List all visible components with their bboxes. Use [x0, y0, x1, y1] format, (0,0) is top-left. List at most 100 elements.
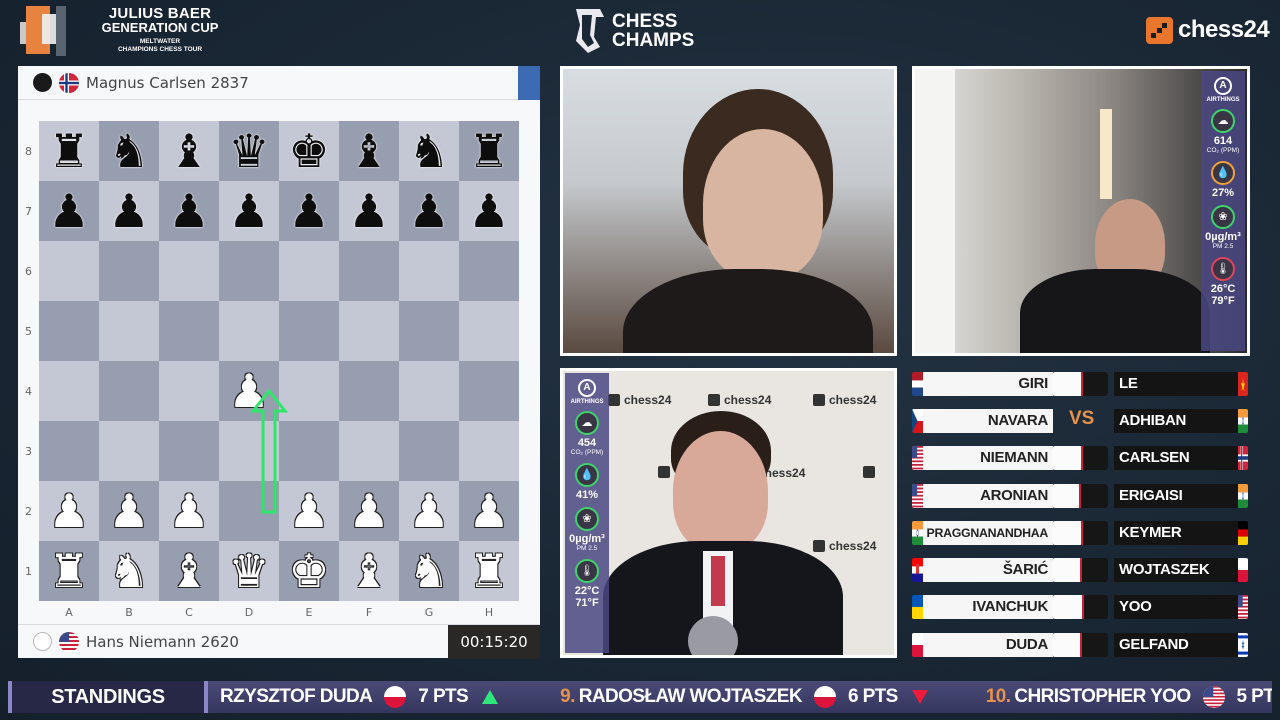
square-g1[interactable]: ♞	[399, 541, 459, 601]
black-rook-icon[interactable]: ♜	[48, 128, 89, 174]
square-b1[interactable]: ♞	[99, 541, 159, 601]
square-g2[interactable]: ♟	[399, 481, 459, 541]
white-rook-icon[interactable]: ♜	[48, 548, 89, 594]
pairing-row[interactable]: GIRI LE	[912, 371, 1250, 397]
square-f3[interactable]	[339, 421, 399, 481]
square-d4[interactable]: ♟	[219, 361, 279, 421]
square-e6[interactable]	[279, 241, 339, 301]
square-h4[interactable]	[459, 361, 519, 421]
square-e5[interactable]	[279, 301, 339, 361]
square-h3[interactable]	[459, 421, 519, 481]
square-e7[interactable]: ♟	[279, 181, 339, 241]
black-knight-icon[interactable]: ♞	[408, 128, 449, 174]
black-knight-icon[interactable]: ♞	[108, 128, 149, 174]
pairing-row[interactable]: PRAGGNANANDHAA KEYMER	[912, 520, 1250, 546]
square-c2[interactable]: ♟	[159, 481, 219, 541]
pairing-row[interactable]: ŠARIĆ WOJTASZEK	[912, 557, 1250, 583]
square-g8[interactable]: ♞	[399, 121, 459, 181]
square-c4[interactable]	[159, 361, 219, 421]
square-a5[interactable]	[39, 301, 99, 361]
square-c8[interactable]: ♝	[159, 121, 219, 181]
square-b6[interactable]	[99, 241, 159, 301]
black-pawn-icon[interactable]: ♟	[468, 188, 509, 234]
square-f5[interactable]	[339, 301, 399, 361]
square-e1[interactable]: ♚	[279, 541, 339, 601]
white-pawn-icon[interactable]: ♟	[288, 488, 329, 534]
pairing-row[interactable]: NAVARA VS ADHIBAN	[912, 408, 1250, 434]
square-d1[interactable]: ♛	[219, 541, 279, 601]
white-pawn-icon[interactable]: ♟	[228, 368, 269, 414]
square-a7[interactable]: ♟	[39, 181, 99, 241]
white-bishop-icon[interactable]: ♝	[348, 548, 389, 594]
black-pawn-icon[interactable]: ♟	[408, 188, 449, 234]
square-d3[interactable]	[219, 421, 279, 481]
square-f6[interactable]	[339, 241, 399, 301]
white-pawn-icon[interactable]: ♟	[48, 488, 89, 534]
square-a2[interactable]: ♟	[39, 481, 99, 541]
square-a3[interactable]	[39, 421, 99, 481]
square-h6[interactable]	[459, 241, 519, 301]
pairing-row[interactable]: DUDA GELFAND	[912, 632, 1250, 658]
square-g5[interactable]	[399, 301, 459, 361]
square-c3[interactable]	[159, 421, 219, 481]
black-pawn-icon[interactable]: ♟	[228, 188, 269, 234]
black-king-icon[interactable]: ♚	[288, 128, 329, 174]
square-b4[interactable]	[99, 361, 159, 421]
white-pawn-icon[interactable]: ♟	[108, 488, 149, 534]
black-rook-icon[interactable]: ♜	[468, 128, 509, 174]
black-bishop-icon[interactable]: ♝	[168, 128, 209, 174]
square-g4[interactable]	[399, 361, 459, 421]
chess-board[interactable]: ♜ ♞ ♝ ♛ ♚ ♝ ♞ ♜ ♟ ♟ ♟ ♟ ♟ ♟ ♟ ♟ ♟ ♟ ♟ ♟ ♟ ♟ ♟ ♟ ♜ ♞ ♝ ♛ ♚ ♝ ♞ ♜	[39, 121, 519, 601]
square-h1[interactable]: ♜	[459, 541, 519, 601]
square-h2[interactable]: ♟	[459, 481, 519, 541]
square-b7[interactable]: ♟	[99, 181, 159, 241]
square-a8[interactable]: ♜	[39, 121, 99, 181]
square-b2[interactable]: ♟	[99, 481, 159, 541]
square-g3[interactable]	[399, 421, 459, 481]
square-a6[interactable]	[39, 241, 99, 301]
square-c1[interactable]: ♝	[159, 541, 219, 601]
black-pawn-icon[interactable]: ♟	[168, 188, 209, 234]
square-e8[interactable]: ♚	[279, 121, 339, 181]
square-a1[interactable]: ♜	[39, 541, 99, 601]
white-knight-icon[interactable]: ♞	[408, 548, 449, 594]
square-e4[interactable]	[279, 361, 339, 421]
square-e3[interactable]	[279, 421, 339, 481]
square-c5[interactable]	[159, 301, 219, 361]
white-pawn-icon[interactable]: ♟	[348, 488, 389, 534]
white-queen-icon[interactable]: ♛	[228, 548, 269, 594]
square-h5[interactable]	[459, 301, 519, 361]
square-e2[interactable]: ♟	[279, 481, 339, 541]
square-h7[interactable]: ♟	[459, 181, 519, 241]
white-rook-icon[interactable]: ♜	[468, 548, 509, 594]
square-d6[interactable]	[219, 241, 279, 301]
pairing-row[interactable]: ARONIAN ERIGAISI	[912, 483, 1250, 509]
square-f4[interactable]	[339, 361, 399, 421]
pairing-row[interactable]: NIEMANN CARLSEN	[912, 445, 1250, 471]
square-b3[interactable]	[99, 421, 159, 481]
square-f2[interactable]: ♟	[339, 481, 399, 541]
square-h8[interactable]: ♜	[459, 121, 519, 181]
black-bishop-icon[interactable]: ♝	[348, 128, 389, 174]
square-f1[interactable]: ♝	[339, 541, 399, 601]
white-pawn-icon[interactable]: ♟	[168, 488, 209, 534]
white-pawn-icon[interactable]: ♟	[408, 488, 449, 534]
square-c7[interactable]: ♟	[159, 181, 219, 241]
black-queen-icon[interactable]: ♛	[228, 128, 269, 174]
black-pawn-icon[interactable]: ♟	[348, 188, 389, 234]
square-c6[interactable]	[159, 241, 219, 301]
black-pawn-icon[interactable]: ♟	[108, 188, 149, 234]
square-f7[interactable]: ♟	[339, 181, 399, 241]
square-d5[interactable]	[219, 301, 279, 361]
pairing-row[interactable]: IVANCHUK YOO	[912, 594, 1250, 620]
square-d2[interactable]	[219, 481, 279, 541]
black-pawn-icon[interactable]: ♟	[288, 188, 329, 234]
white-king-icon[interactable]: ♚	[288, 548, 329, 594]
square-d7[interactable]: ♟	[219, 181, 279, 241]
square-a4[interactable]	[39, 361, 99, 421]
white-pawn-icon[interactable]: ♟	[468, 488, 509, 534]
white-bishop-icon[interactable]: ♝	[168, 548, 209, 594]
square-b5[interactable]	[99, 301, 159, 361]
square-d8[interactable]: ♛	[219, 121, 279, 181]
square-g6[interactable]	[399, 241, 459, 301]
